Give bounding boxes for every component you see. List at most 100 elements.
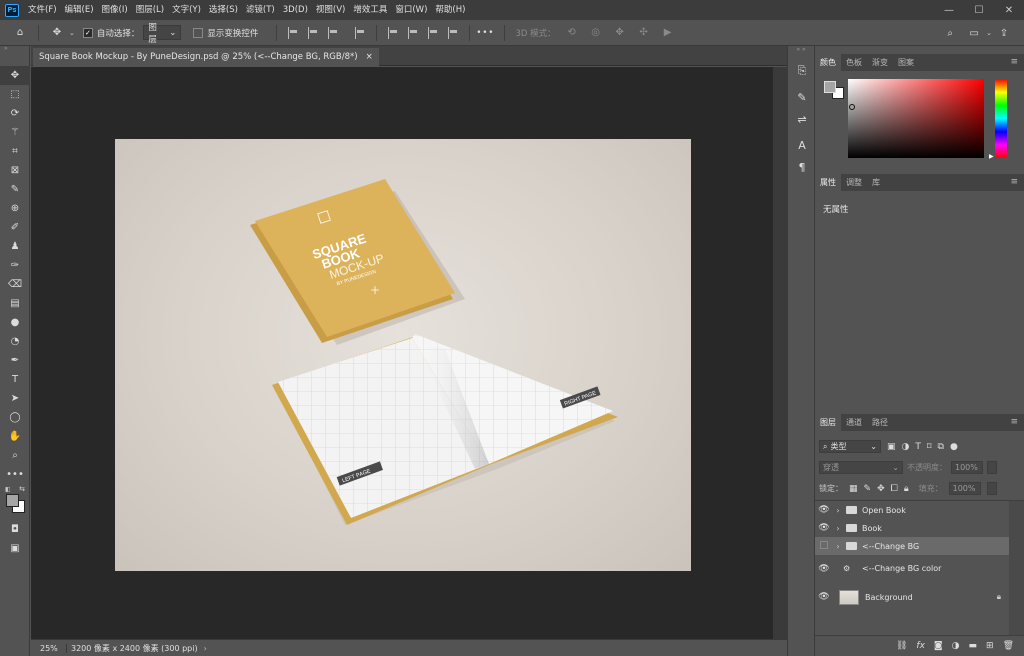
preset-chevron-icon[interactable]: ⌄ xyxy=(69,29,75,37)
brush-settings-icon[interactable]: ✎ xyxy=(788,86,816,108)
filter-pixel-icon[interactable]: ▣ xyxy=(887,442,896,452)
3d-roll-icon[interactable]: ◎ xyxy=(588,25,604,41)
workspace-chevron-icon[interactable]: ⌄ xyxy=(986,29,992,37)
visibility-eye-icon[interactable]: 👁︎ xyxy=(815,592,833,602)
lock-artboard-icon[interactable]: ⧠ xyxy=(891,484,898,494)
layer-row-background[interactable]: 👁︎ Background 🔒︎ xyxy=(815,585,1009,609)
disclosure-chevron-icon[interactable]: › xyxy=(833,524,843,533)
dodge-tool-icon[interactable]: ◔ xyxy=(0,332,30,351)
menu-3d[interactable]: 3D(D) xyxy=(279,0,312,20)
move-tool-icon[interactable]: ✥ xyxy=(0,66,30,85)
link-layers-icon[interactable]: ⛓ xyxy=(896,641,907,651)
zoom-level[interactable]: 25% xyxy=(31,643,67,653)
filter-adjustment-icon[interactable]: ◑ xyxy=(902,442,910,452)
eyedropper-tool-icon[interactable]: ✎ xyxy=(0,180,30,199)
swap-colors-icon[interactable]: ⇆ xyxy=(19,485,25,493)
tab-adjustments[interactable]: 调整 xyxy=(841,174,867,191)
hue-slider[interactable] xyxy=(995,79,1007,158)
new-layer-icon[interactable]: ⊞ xyxy=(986,641,994,651)
vertical-scrollbar[interactable] xyxy=(773,67,787,639)
move-tool-preset-icon[interactable]: ✥ xyxy=(49,25,65,41)
menu-plugins[interactable]: 增效工具 xyxy=(349,0,391,20)
blur-tool-icon[interactable]: ● xyxy=(0,313,30,332)
add-mask-icon[interactable]: ◙ xyxy=(934,641,943,651)
gradient-tool-icon[interactable]: ▤ xyxy=(0,294,30,313)
filter-smart-object-icon[interactable]: ⧉ xyxy=(938,442,944,452)
menu-view[interactable]: 视图(V) xyxy=(312,0,349,20)
tab-gradients[interactable]: 渐变 xyxy=(867,54,893,71)
history-panel-icon[interactable]: ⎘ xyxy=(788,60,816,82)
menu-filter[interactable]: 滤镜(T) xyxy=(242,0,279,20)
align-left-icon[interactable] xyxy=(288,26,298,39)
lasso-tool-icon[interactable]: ⟳ xyxy=(0,104,30,123)
paragraph-panel-icon[interactable]: ¶ xyxy=(788,156,816,178)
disclosure-chevron-icon[interactable]: › xyxy=(833,506,843,515)
menu-edit[interactable]: 编辑(E) xyxy=(61,0,98,20)
tab-patterns[interactable]: 图案 xyxy=(893,54,919,71)
strip-collapse-icon[interactable]: « » xyxy=(788,46,814,56)
layer-row-change-bg[interactable]: › <--Change BG xyxy=(815,537,1009,555)
share-icon[interactable]: ⇪ xyxy=(996,25,1012,41)
tab-libraries[interactable]: 库 xyxy=(867,174,885,191)
3d-slide-icon[interactable]: ✣ xyxy=(636,25,652,41)
default-colors-icon[interactable]: ◧ xyxy=(5,486,11,493)
panel-menu-icon[interactable]: ≡ xyxy=(1010,177,1018,187)
brush-tool-icon[interactable]: ✐ xyxy=(0,218,30,237)
fill-slider-toggle[interactable] xyxy=(986,482,997,495)
menu-window[interactable]: 窗口(W) xyxy=(391,0,431,20)
tab-properties[interactable]: 属性 xyxy=(815,174,841,191)
align-top-icon[interactable] xyxy=(355,26,365,39)
panel-menu-icon[interactable]: ≡ xyxy=(1010,417,1018,427)
tab-swatches[interactable]: 色板 xyxy=(841,54,867,71)
ellipse-tool-icon[interactable]: ◯ xyxy=(0,408,30,427)
filter-toggle-icon[interactable]: ● xyxy=(950,442,958,452)
lock-all-icon[interactable]: 🔒︎ xyxy=(904,484,909,494)
panel-foreground-swatch[interactable] xyxy=(824,81,836,93)
healing-brush-tool-icon[interactable]: ⊕ xyxy=(0,199,30,218)
panel-menu-icon[interactable]: ≡ xyxy=(1010,57,1018,67)
menu-file[interactable]: 文件(F) xyxy=(24,0,61,20)
status-menu-arrow-icon[interactable]: › xyxy=(198,644,207,653)
layer-row-book[interactable]: 👁︎ › Book xyxy=(815,519,1009,537)
path-selection-tool-icon[interactable]: ➤ xyxy=(0,389,30,408)
marquee-tool-icon[interactable]: ⬚ xyxy=(0,85,30,104)
pen-tool-icon[interactable]: ✒ xyxy=(0,351,30,370)
new-adjustment-icon[interactable]: ◑ xyxy=(952,641,960,651)
align-hcenter-icon[interactable] xyxy=(308,26,318,39)
more-options-button[interactable]: ••• xyxy=(476,28,494,38)
hand-tool-icon[interactable]: ✋ xyxy=(0,427,30,446)
menu-image[interactable]: 图像(I) xyxy=(98,0,132,20)
new-group-icon[interactable]: ▬ xyxy=(969,641,978,651)
history-brush-tool-icon[interactable]: ✑ xyxy=(0,256,30,275)
type-tool-icon[interactable]: T xyxy=(0,370,30,389)
auto-select-checkbox[interactable]: ✓ xyxy=(82,27,93,38)
layers-scrollbar[interactable] xyxy=(1009,501,1024,635)
home-icon[interactable]: ⌂ xyxy=(12,25,28,41)
hue-slider-marker-icon[interactable]: ▶ xyxy=(989,153,994,160)
lock-pixels-icon[interactable]: ✎ xyxy=(864,484,872,494)
layer-row-open-book[interactable]: 👁︎ › Open Book xyxy=(815,501,1009,519)
filter-shape-icon[interactable]: ⌑ xyxy=(927,442,932,452)
panel-collapse-icon[interactable]: » xyxy=(0,46,29,52)
distribute-top-icon[interactable] xyxy=(388,26,398,39)
maximize-button[interactable]: ☐ xyxy=(964,0,994,20)
filter-type-icon[interactable]: T xyxy=(915,442,921,452)
fill-field[interactable]: 100% xyxy=(948,482,981,495)
layer-filter-dropdown[interactable]: ⌕ 类型 ⌄ xyxy=(819,440,881,453)
color-picker-ring[interactable] xyxy=(849,104,855,110)
edit-toolbar-icon[interactable]: ••• xyxy=(0,465,30,484)
adjustments-panel-icon[interactable]: ⇌ xyxy=(788,108,816,130)
eraser-tool-icon[interactable]: ⌫ xyxy=(0,275,30,294)
align-right-icon[interactable] xyxy=(328,26,338,39)
close-tab-icon[interactable]: × xyxy=(366,52,373,62)
screen-mode-icon[interactable]: ▣ xyxy=(0,539,30,558)
foreground-color-swatch[interactable] xyxy=(6,494,19,507)
clone-stamp-tool-icon[interactable]: ♟ xyxy=(0,237,30,256)
show-transform-checkbox[interactable] xyxy=(193,27,204,38)
search-icon[interactable]: ⌕ xyxy=(942,25,958,41)
minimize-button[interactable]: — xyxy=(934,0,964,20)
trash-icon[interactable]: 🗑︎ xyxy=(1003,641,1014,651)
layer-row-change-bg-color[interactable]: 👁︎ ⚙ <--Change BG color xyxy=(815,555,1009,582)
distribute-right-icon[interactable] xyxy=(448,26,458,39)
zoom-tool-icon[interactable]: ⌕ xyxy=(0,446,30,465)
